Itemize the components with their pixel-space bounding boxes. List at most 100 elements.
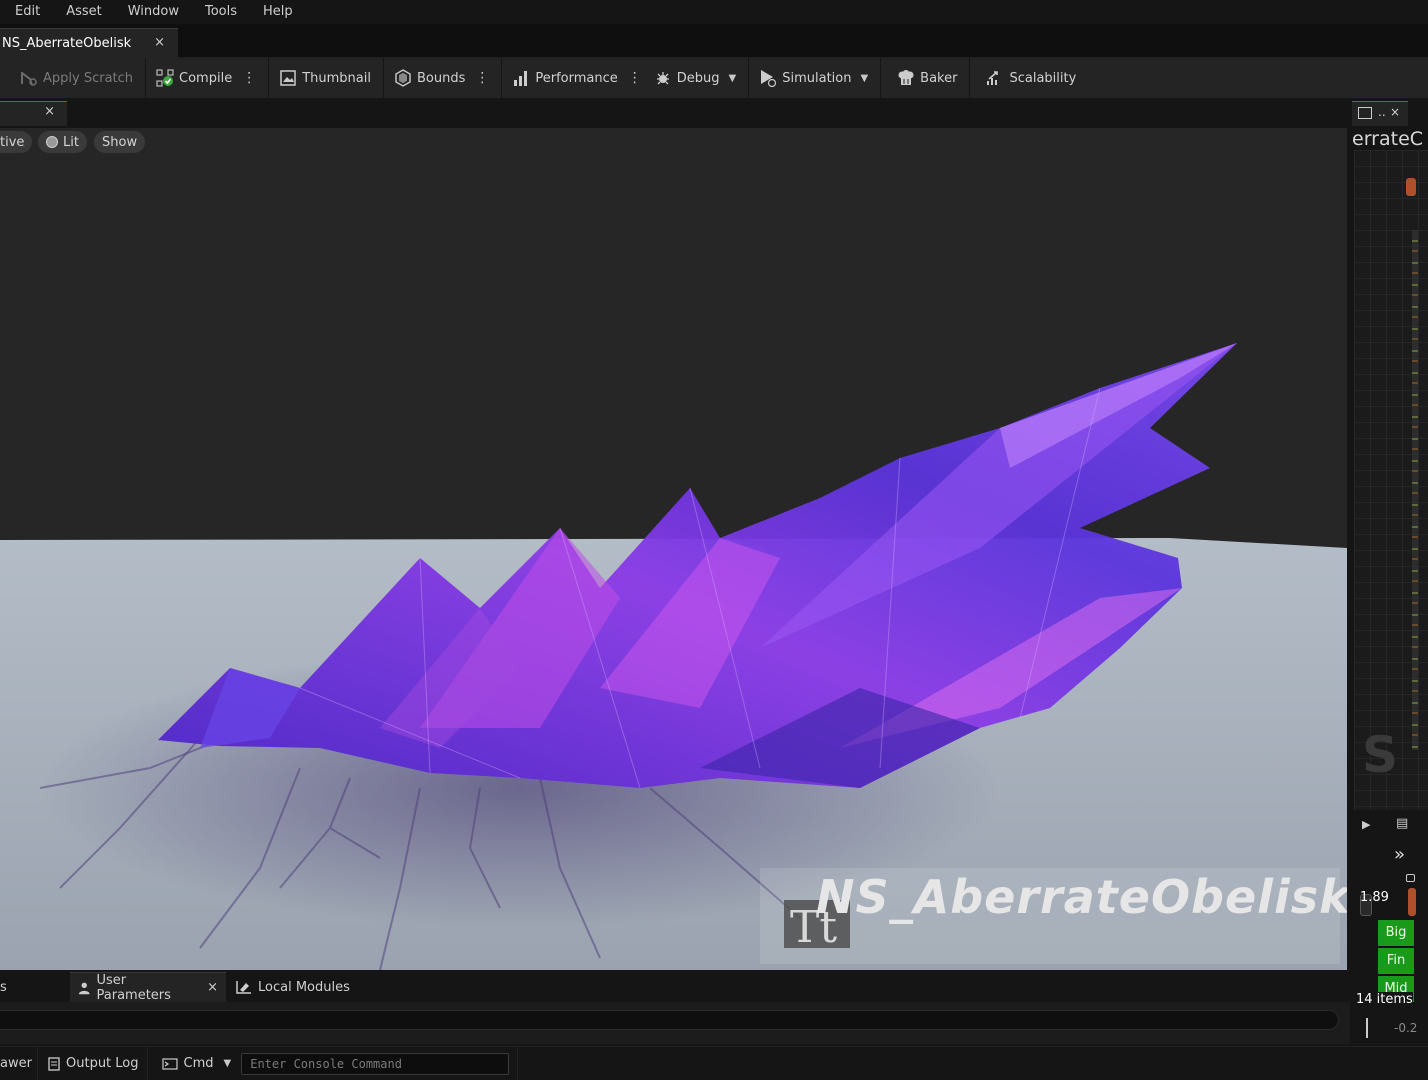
- user-parameters-label: User Parameters: [96, 972, 171, 1003]
- bounds-options-icon[interactable]: ⋮: [475, 70, 489, 86]
- toolbar-group-performance: Performance ⋮ Debug ▼: [502, 58, 750, 98]
- bounds-button[interactable]: Bounds: [394, 69, 465, 87]
- asset-name-label: NS_AberrateObelisk: [816, 870, 1347, 924]
- compile-label: Compile: [179, 70, 233, 86]
- menu-asset[interactable]: Asset: [52, 0, 114, 24]
- simulation-chevron-down-icon: ▼: [860, 72, 869, 84]
- right-panel-title: errateC: [1352, 128, 1424, 150]
- viewport-tab[interactable]: ×: [0, 101, 67, 126]
- emitter-track-fin[interactable]: Fin: [1378, 948, 1414, 974]
- performance-options-icon[interactable]: ⋮: [628, 70, 642, 86]
- output-log-button[interactable]: Output Log: [38, 1046, 148, 1080]
- timeline-icon: [1358, 107, 1372, 119]
- scalability-button[interactable]: Scalability: [986, 69, 1076, 87]
- tab-local-modules[interactable]: Local Modules: [228, 972, 358, 1002]
- content-drawer-button[interactable]: awer: [0, 1046, 38, 1080]
- menu-help[interactable]: Help: [249, 0, 305, 24]
- cmd-chevron-down-icon: ▼: [223, 1058, 232, 1069]
- viewport-tab-bar: ×: [0, 98, 1350, 128]
- toolbar-group-baker: Baker: [881, 58, 971, 98]
- viewport-scene: Tt: [0, 128, 1347, 970]
- show-chip[interactable]: Show: [94, 131, 146, 153]
- emitter-track-big[interactable]: Big: [1378, 920, 1414, 946]
- document-tab-strip: NS_AberrateObelisk ×: [0, 24, 1428, 58]
- baker-label: Baker: [920, 70, 958, 86]
- lit-sphere-icon: [46, 136, 58, 148]
- toolbar-group-bounds: Bounds ⋮: [384, 58, 503, 98]
- expand-chevron-icon[interactable]: »: [1394, 844, 1405, 865]
- apply-scratch-label: Apply Scratch: [43, 70, 134, 86]
- local-modules-icon: [236, 981, 251, 994]
- performance-button[interactable]: Performance: [512, 69, 618, 87]
- simulation-play-icon: [761, 70, 777, 87]
- menu-edit[interactable]: Edit: [0, 0, 52, 24]
- bottom-tab-bar: s User Parameters × Local Modules: [0, 970, 1350, 1003]
- console-command-input[interactable]: Enter Console Command: [241, 1052, 510, 1075]
- close-viewport-tab-icon[interactable]: ×: [44, 104, 55, 119]
- debug-bug-icon: [656, 72, 669, 85]
- bottom-panel-content: [0, 1002, 1350, 1044]
- performance-bars-icon: [514, 71, 528, 86]
- toolbar-group-compile: Compile ⋮: [146, 58, 270, 98]
- range-value: -0.2: [1394, 1021, 1418, 1035]
- thumbnail-label: Thumbnail: [302, 70, 371, 86]
- scrub-handle[interactable]: [1408, 888, 1416, 916]
- tab-user-parameters[interactable]: User Parameters ×: [70, 972, 226, 1003]
- console-command-area: Enter Console Command: [239, 1046, 519, 1080]
- baker-hat-icon: [898, 70, 914, 85]
- menu-bar: Edit Asset Window Tools Help: [0, 0, 1428, 24]
- right-panel-tab-dots: ..: [1378, 105, 1386, 119]
- cmd-label: Cmd: [183, 1056, 214, 1071]
- close-right-tab-icon[interactable]: ×: [1390, 105, 1400, 119]
- thumbnail-icon: [280, 70, 296, 86]
- compile-check-icon: [156, 69, 174, 87]
- compile-options-icon[interactable]: ⋮: [242, 70, 256, 86]
- output-log-label: Output Log: [66, 1056, 139, 1071]
- cmd-dropdown[interactable]: Cmd ▼: [148, 1047, 240, 1080]
- document-tab-title: NS_AberrateObelisk: [2, 36, 132, 51]
- list-icon: ▤: [1396, 816, 1409, 831]
- lit-chip[interactable]: Lit: [38, 131, 87, 153]
- perspective-chip[interactable]: tive: [0, 131, 33, 153]
- simulation-button[interactable]: Simulation ▼: [759, 69, 868, 87]
- node-pin: [1406, 178, 1416, 196]
- toolbar-group-thumbnail: Thumbnail: [269, 58, 384, 98]
- play-icon: ▶: [1362, 818, 1371, 831]
- preview-viewport[interactable]: Tt tive Lit Show NS_AberrateObelisk: [0, 128, 1347, 970]
- content-drawer-label: awer: [0, 1056, 32, 1071]
- document-tab[interactable]: NS_AberrateObelisk ×: [0, 28, 178, 58]
- close-user-parameters-icon[interactable]: ×: [207, 980, 218, 995]
- thumbnail-button[interactable]: Thumbnail: [279, 69, 371, 87]
- debug-button[interactable]: Debug ▼: [654, 69, 736, 87]
- parameters-search-bar[interactable]: [0, 1010, 1339, 1030]
- items-count: 14 items: [1356, 992, 1413, 1007]
- toolbar: Apply Scratch Compile ⋮ Thumbnail Bounds…: [0, 58, 1428, 98]
- timeline-controls[interactable]: ▶ ▤: [1350, 814, 1428, 836]
- right-panel-tab[interactable]: .. ×: [1352, 101, 1408, 126]
- lit-label: Lit: [63, 134, 79, 150]
- menu-tools[interactable]: Tools: [191, 0, 249, 24]
- baker-button[interactable]: Baker: [897, 69, 957, 87]
- apply-scratch-button[interactable]: Apply Scratch: [20, 69, 133, 87]
- bounds-label: Bounds: [416, 70, 466, 86]
- toolbar-group-scratch: Apply Scratch: [0, 58, 147, 98]
- time-value: 1.89: [1360, 890, 1389, 905]
- toolbar-group-scalability: Scalability: [970, 58, 1088, 98]
- compile-button[interactable]: Compile: [156, 69, 232, 87]
- tab-partial[interactable]: s: [0, 972, 15, 1002]
- close-tab-icon[interactable]: ×: [154, 35, 165, 50]
- terminal-icon: [161, 1057, 178, 1070]
- simulation-label: Simulation: [782, 70, 852, 86]
- menu-window[interactable]: Window: [114, 0, 191, 24]
- debug-label: Debug: [676, 70, 720, 86]
- cursor-line: [1366, 1018, 1368, 1038]
- right-panel: .. × errateC S ▶ ▤ » 1.89 Big Fin Mid 14…: [1350, 98, 1428, 1044]
- lock-icon: [1406, 874, 1415, 882]
- status-bar: awer Output Log Cmd ▼ Enter Console Comm…: [0, 1046, 1428, 1080]
- scalability-label: Scalability: [1009, 70, 1077, 86]
- bounds-icon: [395, 69, 411, 87]
- toolbar-group-simulation: Simulation ▼: [749, 58, 882, 98]
- system-overview-graph[interactable]: [1354, 150, 1428, 810]
- output-log-icon: [48, 1056, 60, 1071]
- local-modules-label: Local Modules: [258, 979, 350, 995]
